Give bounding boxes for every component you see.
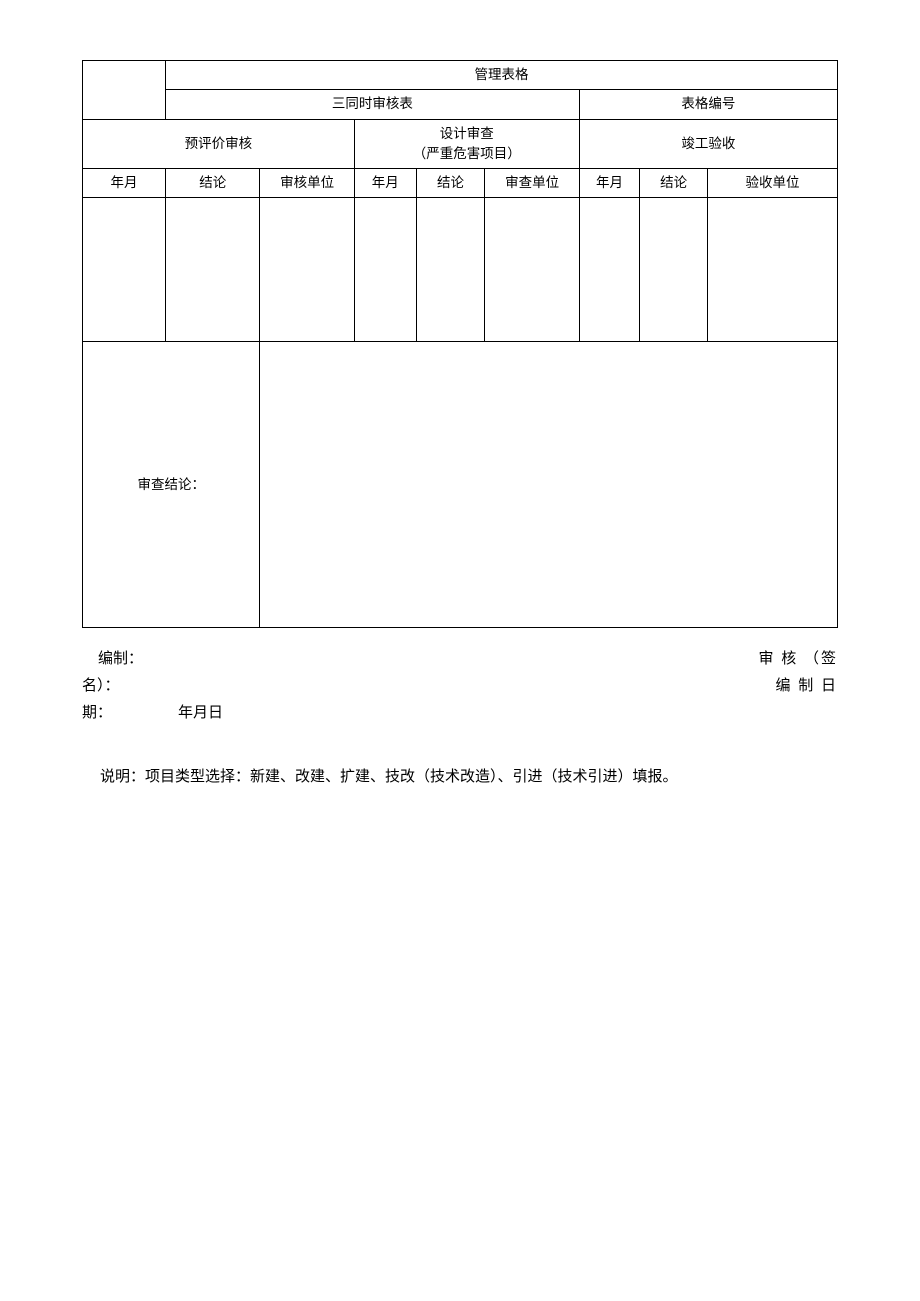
footer-line-3: 期：年月日: [82, 700, 838, 727]
col-accept-unit: 验收单位: [708, 169, 838, 198]
section-completion: 竣工验收: [579, 119, 837, 169]
data-cell: [260, 198, 354, 342]
design-review-line2: （严重危害项目）: [413, 146, 521, 161]
col-conclusion-3: 结论: [640, 169, 708, 198]
reviewed-sign-label: 审 核 （签: [758, 646, 838, 673]
section-design-review: 设计审查 （严重危害项目）: [354, 119, 579, 169]
prepared-date-label: 编 制 日: [775, 673, 838, 700]
col-review-unit: 审查单位: [485, 169, 579, 198]
data-cell: [708, 198, 838, 342]
note-text: 说明：项目类型选择：新建、改建、扩建、技改（技术改造）、引进（技术引进）填报。: [82, 765, 838, 786]
col-year-month-3: 年月: [579, 169, 639, 198]
section-pre-eval: 预评价审核: [83, 119, 355, 169]
form-table: 管理表格 三同时审核表 表格编号 预评价审核 设计审查 （严重危害项目） 竣工验…: [82, 60, 838, 628]
col-year-month-1: 年月: [83, 169, 166, 198]
conclusion-content-cell: [260, 342, 838, 628]
col-year-month-2: 年月: [354, 169, 416, 198]
logo-cell: [83, 61, 166, 120]
period-label: 期：: [82, 700, 178, 727]
data-cell: [485, 198, 579, 342]
section-header-row: 预评价审核 设计审查 （严重危害项目） 竣工验收: [83, 119, 838, 169]
form-number-label: 表格编号: [579, 90, 837, 119]
footer-line-2: 名）： 编 制 日: [82, 673, 838, 700]
subtitle-row: 三同时审核表 表格编号: [83, 90, 838, 119]
col-audit-unit: 审核单位: [260, 169, 354, 198]
name-label: 名）：: [82, 673, 120, 700]
date-text: 年月日: [178, 705, 223, 721]
conclusion-label-cell: 审查结论：: [83, 342, 260, 628]
data-cell: [166, 198, 260, 342]
data-cell: [354, 198, 416, 342]
data-cell: [640, 198, 708, 342]
prepared-by-label: 编制：: [98, 646, 143, 673]
conclusion-row: 审查结论：: [83, 342, 838, 628]
design-review-line1: 设计审查: [440, 126, 494, 141]
data-row: [83, 198, 838, 342]
data-cell: [416, 198, 485, 342]
col-conclusion-1: 结论: [166, 169, 260, 198]
document-page: 管理表格 三同时审核表 表格编号 预评价审核 设计审查 （严重危害项目） 竣工验…: [0, 0, 920, 846]
form-title: 管理表格: [166, 61, 838, 90]
title-row: 管理表格: [83, 61, 838, 90]
form-subtitle: 三同时审核表: [166, 90, 580, 119]
column-header-row: 年月 结论 审核单位 年月 结论 审查单位 年月 结论 验收单位: [83, 169, 838, 198]
col-conclusion-2: 结论: [416, 169, 485, 198]
data-cell: [579, 198, 639, 342]
footer-block: 编制： 审 核 （签 名）： 编 制 日 期：年月日: [82, 646, 838, 727]
data-cell: [83, 198, 166, 342]
footer-line-1: 编制： 审 核 （签: [82, 646, 838, 673]
